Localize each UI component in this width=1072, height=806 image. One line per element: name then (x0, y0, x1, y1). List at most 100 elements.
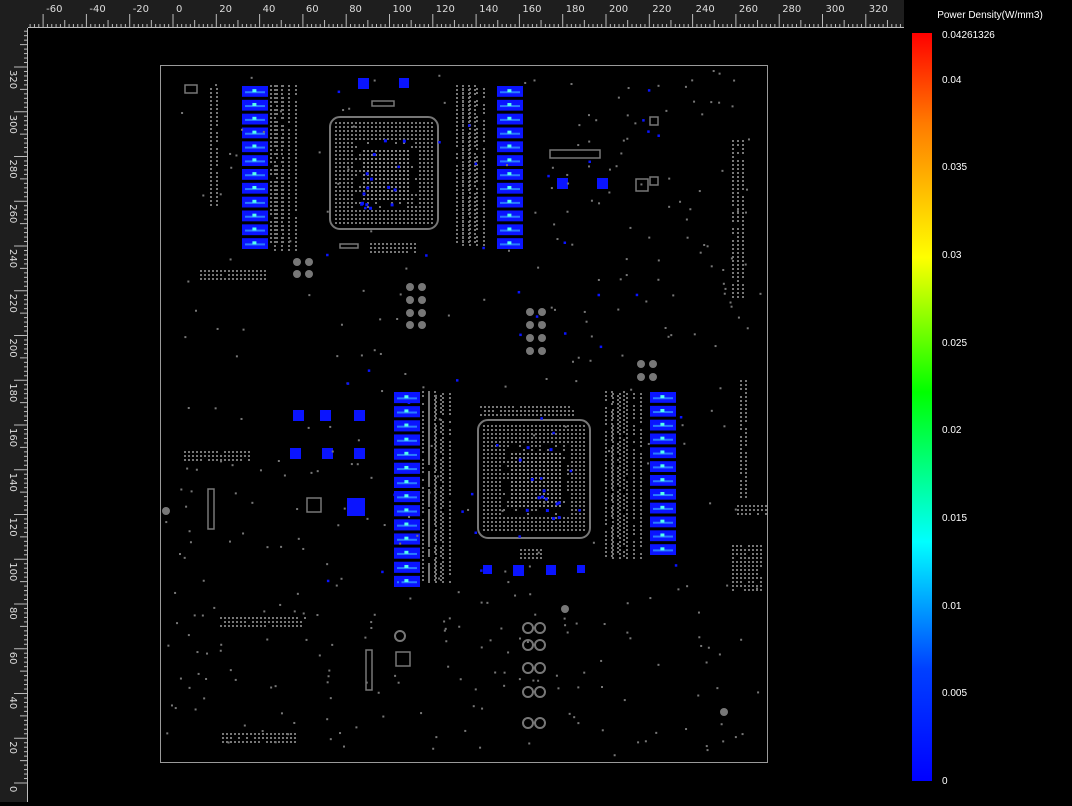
via (601, 729, 604, 732)
via (534, 613, 537, 616)
ruler-label: -20 (133, 4, 149, 15)
hot-speck (547, 174, 550, 178)
via (234, 678, 237, 681)
via (350, 463, 353, 466)
legend-label: 0.035 (942, 162, 968, 173)
legend-max-label: 0.04261326 (942, 30, 995, 41)
via (293, 610, 296, 613)
via (445, 640, 448, 643)
via (590, 199, 593, 202)
ruler-label: 20 (7, 741, 18, 754)
via (444, 627, 447, 630)
hot-speck (563, 332, 567, 335)
via (657, 259, 660, 262)
via (280, 545, 283, 548)
via (726, 584, 729, 587)
hot-speck (647, 130, 650, 133)
via (219, 193, 222, 196)
via (370, 621, 373, 624)
via (567, 182, 570, 185)
hot-speck (397, 165, 400, 169)
hot-speck (519, 333, 522, 337)
via (331, 643, 334, 646)
via (698, 636, 701, 639)
hot-speck (346, 382, 350, 385)
via (340, 323, 343, 326)
hot-speck (588, 160, 591, 164)
hot-speck (326, 253, 329, 257)
component-outline (365, 649, 373, 691)
via (318, 151, 321, 154)
via (297, 537, 300, 540)
via (617, 308, 620, 311)
via (308, 294, 311, 297)
via (195, 468, 198, 471)
hot-speck (674, 564, 678, 567)
ruler-label: 120 (436, 4, 455, 15)
via (600, 659, 603, 662)
via (381, 390, 384, 393)
via (234, 492, 237, 495)
capacitor (522, 717, 534, 729)
via (266, 638, 269, 641)
hot-speck (599, 345, 603, 349)
via (566, 631, 569, 634)
via (329, 425, 332, 428)
legend-label: 0.005 (942, 688, 968, 699)
via (519, 637, 522, 640)
via (459, 678, 462, 681)
via (187, 634, 190, 637)
hot-speck (480, 569, 483, 572)
ruler-label: 20 (219, 4, 232, 15)
power-hotspot (399, 78, 409, 88)
via (280, 712, 283, 715)
via (188, 530, 191, 533)
via (242, 328, 245, 331)
passive-column-4 (210, 88, 218, 206)
via (481, 707, 484, 710)
left-ruler: 320 300 280 260 240 220 200 180 160 140 120 100 80 60… (0, 28, 28, 802)
via (366, 517, 369, 520)
via (644, 740, 647, 743)
via (187, 407, 190, 410)
via (277, 460, 280, 463)
hot-speck (474, 531, 477, 535)
hot-speck (578, 509, 581, 512)
via (691, 79, 694, 82)
board-viewport[interactable] (28, 28, 904, 802)
vrm-bank-3 (394, 392, 420, 587)
power-hotspot (320, 410, 331, 421)
via (759, 292, 762, 295)
passive-column-d (612, 393, 642, 559)
via (231, 464, 234, 467)
connector-strip-1 (184, 451, 250, 461)
via (329, 697, 332, 700)
via (479, 746, 482, 749)
via (629, 637, 632, 640)
hot-speck (495, 443, 499, 447)
legend-label: 0 (942, 776, 948, 787)
hot-speck (468, 124, 471, 127)
capacitor (534, 686, 546, 698)
via (287, 733, 290, 736)
ruler-label: 220 (652, 4, 671, 15)
via (529, 593, 532, 596)
via (399, 293, 402, 296)
via (205, 677, 208, 680)
via (647, 462, 650, 465)
mounting-pad (649, 373, 657, 381)
via (379, 352, 382, 355)
via (668, 177, 671, 180)
via (538, 321, 541, 324)
capacitor (522, 686, 534, 698)
capacitor (534, 717, 546, 729)
ruler-label: 60 (7, 652, 18, 665)
connector-strip-6 (520, 549, 542, 559)
via (746, 327, 749, 330)
ruler-label: 300 (7, 115, 18, 134)
via (649, 597, 652, 600)
via (550, 187, 553, 190)
ruler-label: 300 (826, 4, 845, 15)
ruler-label: 180 (566, 4, 585, 15)
via (396, 317, 399, 320)
